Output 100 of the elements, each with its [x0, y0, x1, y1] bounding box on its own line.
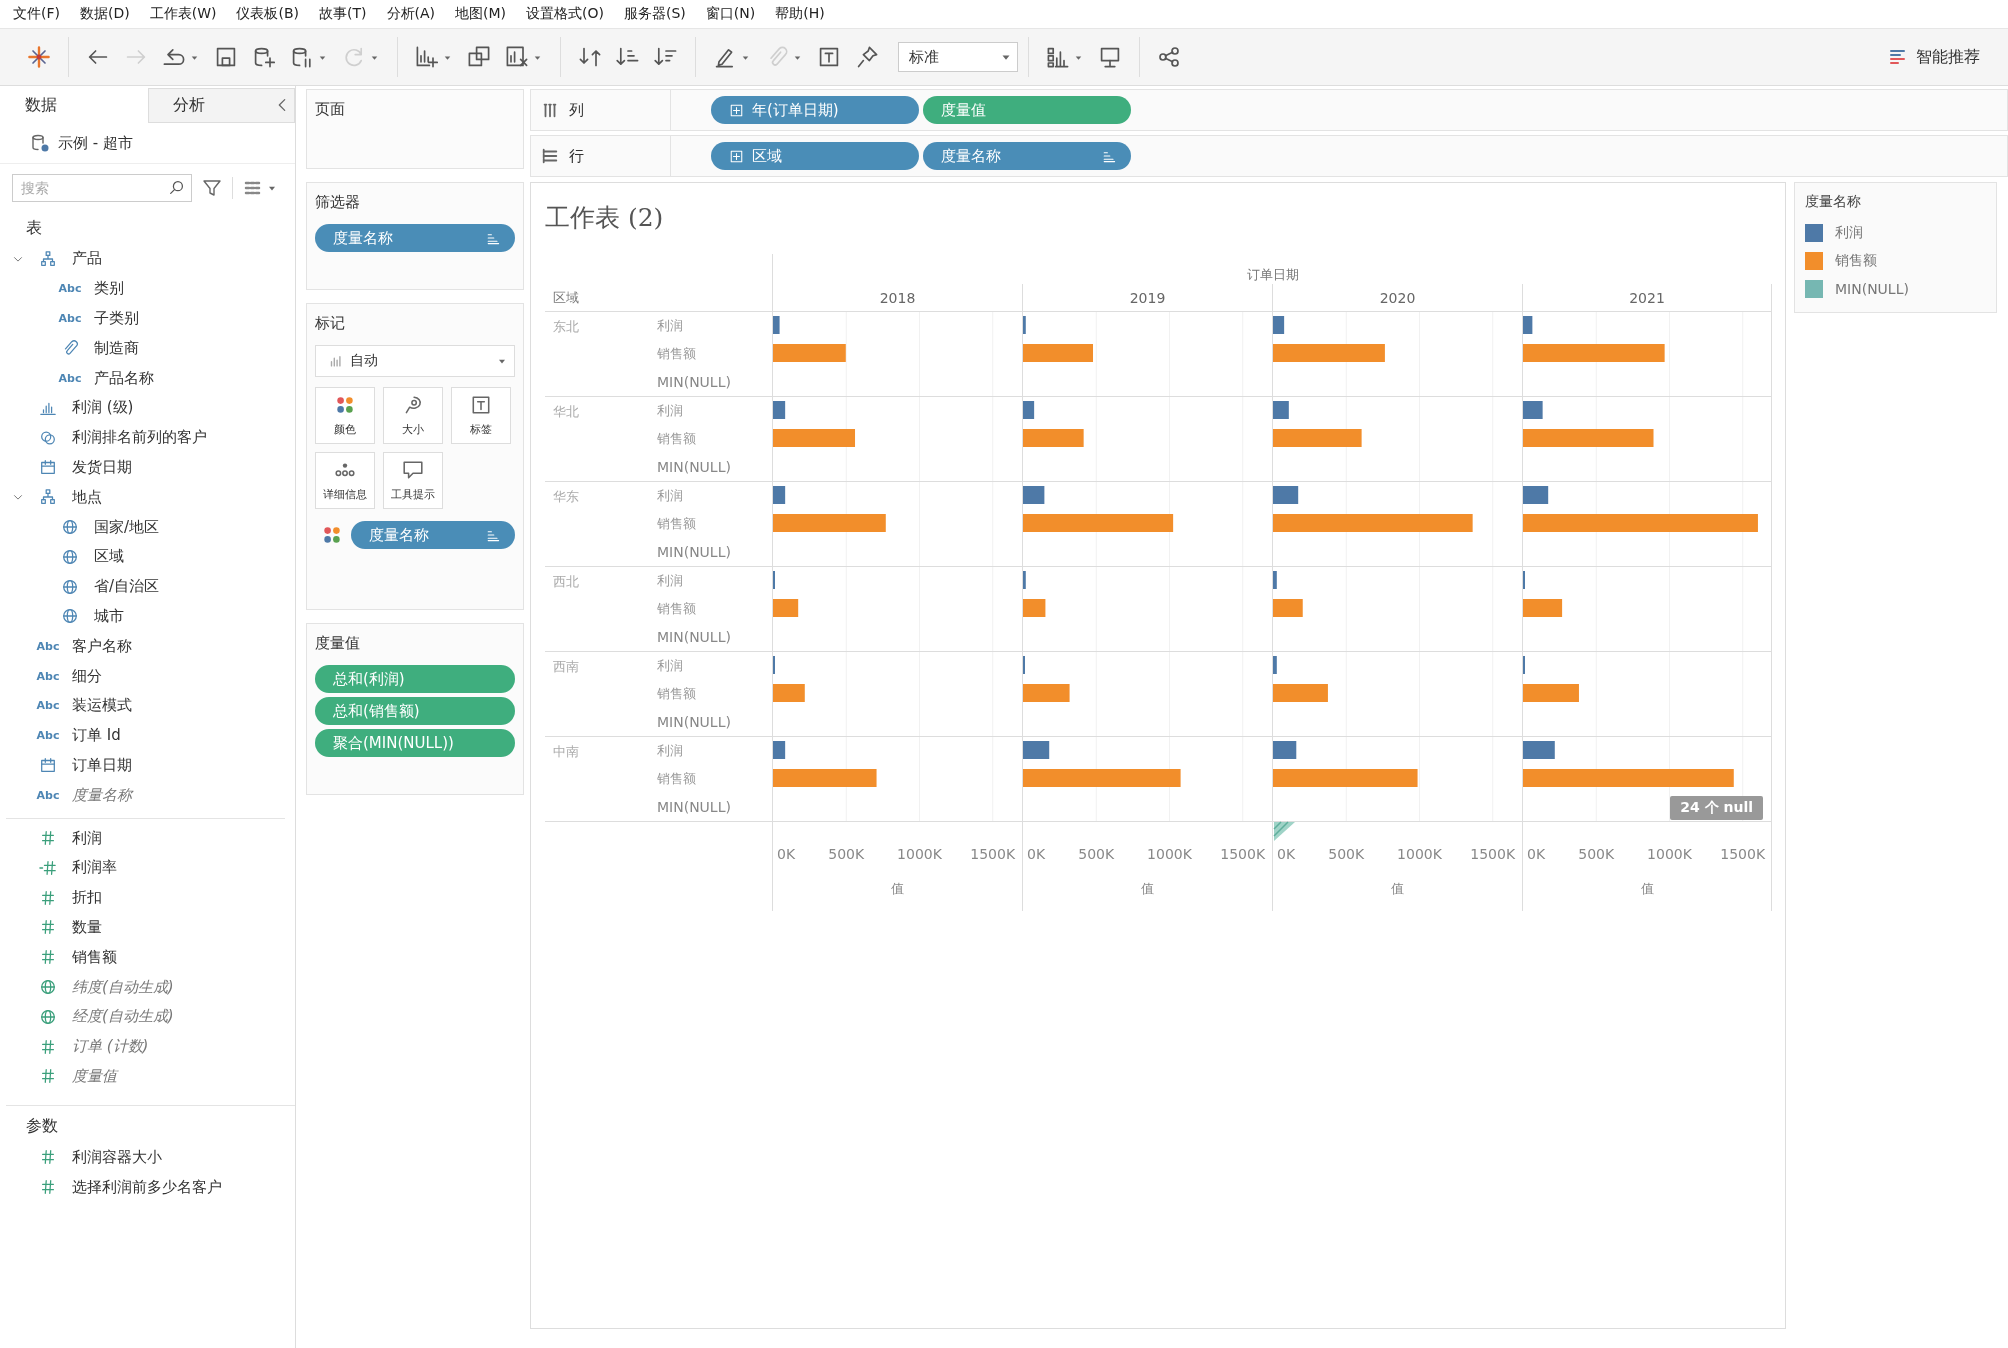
color-mark-button[interactable]: 颜色 [315, 387, 375, 444]
bar [1273, 684, 1328, 702]
row-header: 西北 [553, 574, 579, 589]
field-name[interactable]: 利润容器大小 [72, 1147, 162, 1167]
field-name[interactable]: 纬度(自动生成) [72, 977, 174, 997]
shelf-title: 列 [569, 100, 584, 120]
field-name[interactable]: 类别 [94, 279, 124, 299]
menu-item[interactable]: 帮助(H) [766, 5, 836, 23]
field-name[interactable]: 细分 [72, 666, 102, 686]
field-type-icon: Abc [58, 312, 82, 325]
menu-item[interactable]: 服务器(S) [615, 5, 697, 23]
field-pill[interactable]: 度量名称 [923, 142, 1131, 170]
field-name[interactable]: 经度(自动生成) [72, 1007, 174, 1027]
field-name[interactable]: 选择利润前多少名客户 [72, 1177, 222, 1197]
axis-tick-label: 1000K [1397, 846, 1442, 862]
smart-recommend-button[interactable]: 智能推荐 [1882, 45, 1986, 69]
field-name[interactable]: 度量值 [72, 1066, 117, 1086]
menu-item[interactable]: 设置格式(O) [517, 5, 615, 23]
field-name[interactable]: 利润 (级) [72, 398, 134, 418]
row-header: 西南 [553, 659, 579, 674]
search-field[interactable]: 搜索 [12, 174, 192, 202]
bar [773, 316, 780, 334]
field-name[interactable]: 子类别 [94, 309, 139, 328]
field-name[interactable]: 利润率 [72, 858, 117, 878]
bar [1523, 401, 1543, 419]
field-name[interactable]: 数量 [72, 917, 102, 937]
field-pill[interactable]: 度量名称 [351, 521, 515, 549]
hash-icon [39, 1148, 57, 1167]
field-name[interactable]: 客户名称 [72, 636, 132, 656]
axis-tick-label: 500K [1328, 846, 1365, 862]
bar [773, 684, 805, 702]
measure-label: 利润 [657, 657, 684, 675]
chart-grid-icon [1046, 45, 1070, 69]
axis-tick-label: 1500K [1470, 846, 1516, 862]
field-name[interactable]: 订单 Id [72, 726, 121, 746]
view-size-dropdown[interactable]: 标准 [898, 42, 1018, 72]
field-name[interactable]: 利润排名前列的客户 [72, 428, 207, 448]
menu-item[interactable]: 数据(D) [71, 5, 141, 23]
axis-tick-label: 500K [828, 846, 865, 862]
measure-label: 销售额 [657, 430, 697, 448]
bar [1273, 316, 1285, 334]
axis-tick-label: 500K [1078, 846, 1115, 862]
field-name[interactable]: 度量名称 [72, 785, 132, 805]
field-name[interactable]: 制造商 [94, 338, 139, 358]
globe-icon [61, 547, 79, 566]
mark-type-dropdown[interactable]: 自动 [315, 345, 515, 377]
menu-item[interactable]: 故事(T) [310, 5, 378, 23]
field-name[interactable]: 利润 [72, 828, 102, 848]
rows-shelf[interactable]: 行 区域 度量名称 [530, 135, 2008, 177]
columns-shelf[interactable]: 列 年(订单日期) 度量值 [530, 89, 2008, 131]
menu-item[interactable]: 地图(M) [446, 5, 518, 23]
database-pause-icon [290, 45, 314, 69]
field-name[interactable]: 产品 [72, 249, 102, 269]
axis-tick-label: 1000K [1147, 846, 1192, 862]
field-name[interactable]: 国家/地区 [94, 517, 160, 537]
bar [1023, 316, 1026, 334]
label-mark-button[interactable]: 标签 [451, 387, 511, 444]
detail-mark-button[interactable]: 详细信息 [315, 452, 375, 509]
field-name[interactable]: 销售额 [72, 947, 117, 967]
field-name[interactable]: 订单 (计数) [72, 1037, 149, 1057]
axis-tick-label: 1500K [1220, 846, 1266, 862]
bar [1023, 429, 1084, 447]
hierarchy-icon [39, 488, 57, 507]
null-indicator-icon[interactable] [1273, 821, 1295, 841]
menu-item[interactable]: 窗口(N) [696, 5, 767, 23]
field-name[interactable]: 装运模式 [72, 696, 132, 716]
field-pill[interactable]: 度量名称 [315, 224, 515, 252]
column-group-header: 订单日期 [1246, 266, 1299, 284]
rows-icon [541, 147, 559, 165]
field-type-icon: Abc [36, 788, 60, 802]
bar [1273, 656, 1277, 674]
field-name[interactable]: 区域 [94, 547, 124, 567]
field-name[interactable]: 省/自治区 [94, 577, 160, 597]
menu-item[interactable]: 分析(A) [377, 5, 446, 23]
field-name[interactable]: 城市 [94, 606, 124, 626]
field-name[interactable]: 发货日期 [72, 457, 132, 477]
field-name[interactable]: 产品名称 [94, 368, 154, 388]
field-name[interactable]: 订单日期 [72, 755, 132, 775]
field-pill[interactable]: 年(订单日期) [711, 96, 919, 124]
axis-title: 值 [891, 881, 904, 896]
bar [1023, 571, 1026, 589]
field-name[interactable]: 地点 [72, 487, 102, 507]
calendar-icon [39, 458, 57, 477]
field-name[interactable]: 折扣 [72, 888, 102, 908]
sheet-title: 工作表 (2) [545, 202, 665, 234]
size-mark-button[interactable]: 大小 [383, 387, 443, 444]
menu-item[interactable]: 文件(F) [4, 5, 71, 23]
menu-item[interactable]: 工作表(W) [140, 5, 228, 23]
data-source-name[interactable]: 示例 - 超市 [58, 133, 133, 153]
measure-label: 销售额 [657, 515, 697, 533]
text-box-icon [817, 45, 841, 69]
legend-label: 销售额 [1835, 252, 1877, 270]
share-icon [1157, 45, 1181, 69]
bar [1023, 741, 1050, 759]
menu-item[interactable]: 仪表板(B) [227, 5, 310, 23]
pane-tab[interactable]: 分析 [147, 88, 295, 123]
bar [1523, 486, 1549, 504]
hash-icon [39, 918, 57, 937]
field-pill[interactable]: 区域 [711, 142, 919, 170]
tooltip-mark-button[interactable]: 工具提示 [383, 452, 443, 509]
